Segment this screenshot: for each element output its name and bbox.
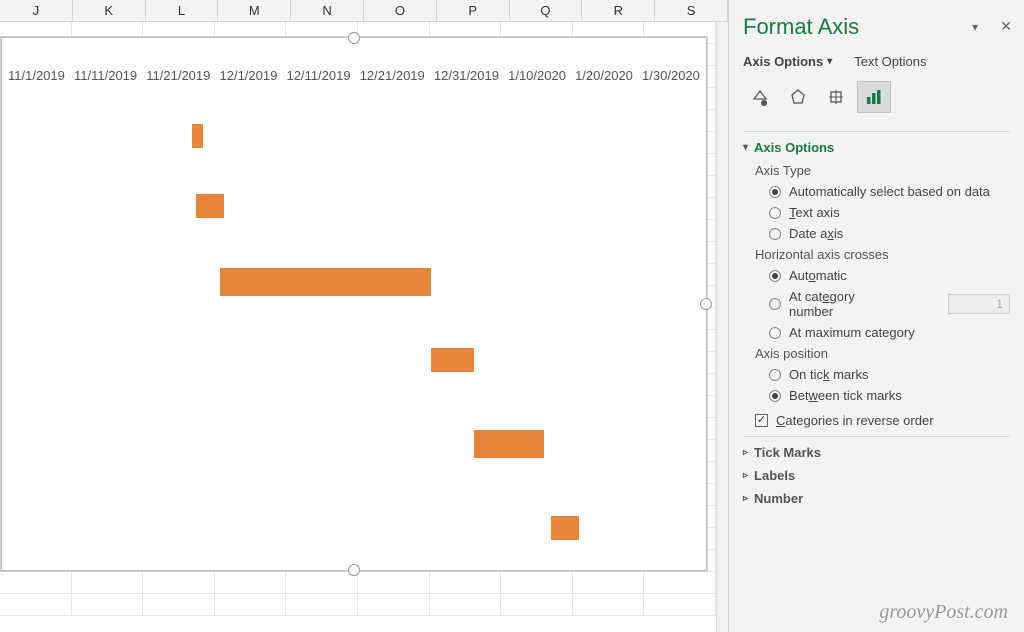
axis-type-label: Axis Type [755,163,1010,178]
col-header[interactable]: L [146,0,219,21]
gantt-bar[interactable] [551,516,579,540]
tick-label: 12/1/2019 [220,68,278,83]
col-header[interactable]: M [218,0,291,21]
radio-label: Date axis [789,226,843,241]
size-icon[interactable] [819,81,853,113]
col-header[interactable]: J [0,0,73,21]
col-header[interactable]: R [582,0,655,21]
radio-label: Between tick marks [789,388,902,403]
tick-label: 1/10/2020 [508,68,566,83]
chart-object[interactable]: 11/1/2019 11/11/2019 11/21/2019 12/1/201… [0,36,708,572]
gantt-bar[interactable] [431,348,473,372]
h-crosses-label: Horizontal axis crosses [755,247,1010,262]
tick-label: 11/11/2019 [74,68,137,83]
checkbox-label: Categories in reverse order [776,413,934,428]
section-labels[interactable]: ▹ Labels [743,468,1010,483]
x-axis-labels: 11/1/2019 11/11/2019 11/21/2019 12/1/201… [8,68,700,83]
section-axis-options[interactable]: ▾ Axis Options [743,140,1010,155]
tab-axis-options[interactable]: Axis Options ▾ [743,54,832,69]
resize-handle-bottom[interactable] [348,564,360,576]
radio-auto-type[interactable]: Automatically select based on data [769,184,1010,199]
axis-options-icon[interactable] [857,81,891,113]
col-header[interactable]: K [73,0,146,21]
column-headers: J K L M N O P Q R S [0,0,728,22]
radio-icon [769,327,781,339]
radio-label: On tick marks [789,367,868,382]
pane-options-dropdown-icon[interactable]: ▾ [972,20,978,34]
tick-label: 12/21/2019 [360,68,425,83]
radio-icon [769,207,781,219]
checkbox-icon [755,414,768,427]
effects-icon[interactable] [781,81,815,113]
radio-date-axis[interactable]: Date axis [769,226,1010,241]
category-number-input[interactable] [948,294,1010,314]
section-tick-marks[interactable]: ▹ Tick Marks [743,445,1010,460]
tab-label: Axis Options [743,54,823,69]
radio-cross-category[interactable]: At categorynumber [769,289,1010,319]
col-header[interactable]: S [655,0,728,21]
radio-icon [769,270,781,282]
gantt-bar[interactable] [474,430,544,458]
section-label: Tick Marks [754,445,821,460]
triangle-down-icon: ▾ [743,142,748,153]
triangle-right-icon: ▹ [743,447,748,458]
radio-between-tick[interactable]: Between tick marks [769,388,1010,403]
radio-on-tick[interactable]: On tick marks [769,367,1010,382]
vertical-scrollbar[interactable] [716,22,728,632]
resize-handle-top[interactable] [348,32,360,44]
tick-label: 1/20/2020 [575,68,633,83]
pane-title: Format Axis [743,14,1010,40]
radio-label: Automatically select based on data [789,184,990,199]
chevron-down-icon: ▾ [827,56,832,67]
checkbox-reverse-order[interactable]: Categories in reverse order [755,413,1010,428]
plot-area[interactable]: 11/1/2019 11/11/2019 11/21/2019 12/1/201… [1,37,707,571]
radio-label: At categorynumber [789,289,855,319]
radio-icon [769,298,781,310]
resize-handle-right[interactable] [700,298,712,310]
gantt-bar[interactable] [192,124,203,148]
tick-label: 1/30/2020 [642,68,700,83]
tick-label: 11/1/2019 [8,68,65,83]
radio-icon [769,369,781,381]
gantt-bar[interactable] [196,194,224,218]
tick-label: 12/31/2019 [434,68,499,83]
section-label: Labels [754,468,795,483]
format-axis-pane: ▾ ✕ Format Axis Axis Options ▾ Text Opti… [728,0,1024,632]
section-label: Axis Options [754,140,834,155]
triangle-right-icon: ▹ [743,470,748,481]
radio-label: At maximum category [789,325,915,340]
radio-cross-max[interactable]: At maximum category [769,325,1010,340]
radio-icon [769,228,781,240]
radio-label: Text axis [789,205,840,220]
col-header[interactable]: Q [510,0,583,21]
fill-icon[interactable] [743,81,777,113]
close-icon[interactable]: ✕ [1000,18,1012,35]
radio-icon [769,390,781,402]
section-label: Number [754,491,803,506]
col-header[interactable]: O [364,0,437,21]
radio-icon [769,186,781,198]
axis-position-label: Axis position [755,346,1010,361]
radio-cross-auto[interactable]: Automatic [769,268,1010,283]
radio-label: Automatic [789,268,847,283]
icon-tabs [743,81,1010,113]
tick-label: 11/21/2019 [146,68,210,83]
tab-label: Text Options [854,54,926,69]
section-number[interactable]: ▹ Number [743,491,1010,506]
col-header[interactable]: N [291,0,364,21]
tab-text-options[interactable]: Text Options [854,54,926,69]
col-header[interactable]: P [437,0,510,21]
gantt-bar[interactable] [220,268,431,296]
triangle-right-icon: ▹ [743,493,748,504]
tick-label: 12/11/2019 [286,68,350,83]
radio-text-axis[interactable]: Text axis [769,205,1010,220]
spreadsheet-area: J K L M N O P Q R S [0,0,728,632]
